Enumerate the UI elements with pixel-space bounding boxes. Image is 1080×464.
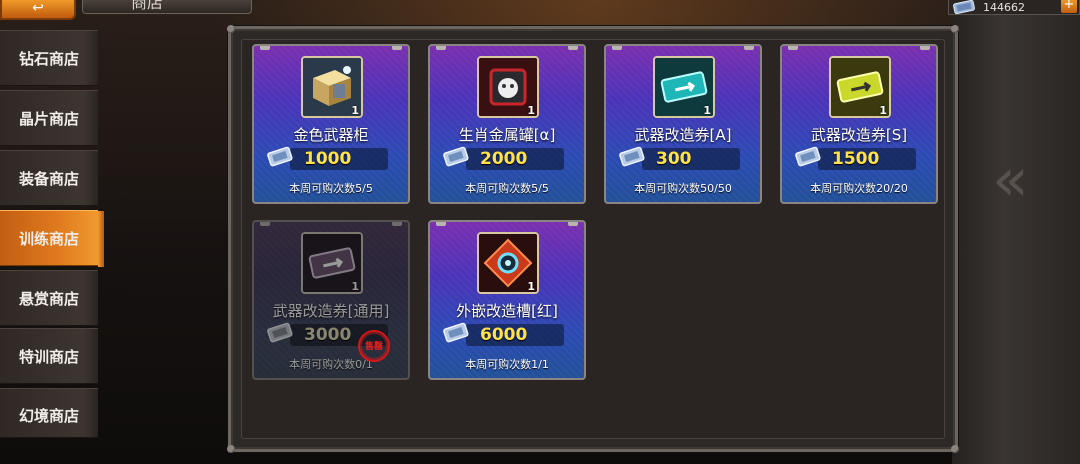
sidebar-item-chip-shop[interactable]: 晶片商店 xyxy=(0,90,98,146)
item-quantity: 1 xyxy=(351,280,359,293)
purchase-limit: 本周可购次数20/20 xyxy=(810,182,908,195)
item-price: 1000 xyxy=(304,149,352,169)
item-quantity: 1 xyxy=(527,104,535,117)
card-clip xyxy=(612,46,622,50)
sidebar-item-label: 训练商店 xyxy=(18,229,79,248)
panel-rivet xyxy=(951,445,959,453)
sidebar-item-bounty-shop[interactable]: 悬赏商店 xyxy=(0,270,98,326)
sidebar-item-special-training-shop[interactable]: 特训商店 xyxy=(0,328,98,384)
sold-out-stamp: 售罄 xyxy=(358,330,390,362)
gold-weapon-crate-icon: 1 xyxy=(301,56,363,118)
currency-display: 144662 + xyxy=(948,0,1080,15)
item-price: 2000 xyxy=(480,149,528,169)
purchase-limit: 本周可购次数50/50 xyxy=(634,182,732,195)
red-mod-slot-icon: 1 xyxy=(477,232,539,294)
item-price: 3000 xyxy=(304,325,352,345)
weapon-mod-ticket-s-icon: 1 xyxy=(829,56,891,118)
card-clip xyxy=(744,46,754,50)
sidebar-item-label: 幻境商店 xyxy=(18,407,79,425)
purchase-limit: 本周可购次数0/1 xyxy=(289,358,373,371)
card-clip xyxy=(260,46,270,50)
ticket-currency-icon xyxy=(619,146,645,167)
card-clip xyxy=(568,222,578,226)
purchase-limit: 本周可购次数1/1 xyxy=(465,358,549,371)
shop-item-card[interactable]: 1 外嵌改造槽[红] 6000 本周可购次数1/1 xyxy=(428,220,586,380)
currency-amount: 144662 xyxy=(983,0,1025,14)
item-price: 1500 xyxy=(832,149,880,169)
ticket-currency-icon xyxy=(267,322,293,343)
add-currency-button[interactable]: + xyxy=(1061,0,1077,13)
shop-item-card[interactable]: 1 武器改造券[A] 300 本周可购次数50/50 xyxy=(604,44,762,204)
ticket-currency-icon xyxy=(443,322,469,343)
sidebar-item-diamond-shop[interactable]: 钻石商店 xyxy=(0,30,98,86)
card-clip xyxy=(568,46,578,50)
shop-item-card[interactable]: 1 武器改造券[S] 1500 本周可购次数20/20 xyxy=(780,44,938,204)
card-clip xyxy=(392,46,402,50)
purchase-limit: 本周可购次数5/5 xyxy=(465,182,549,195)
panel-rivet xyxy=(227,25,235,33)
sidebar-item-label: 悬赏商店 xyxy=(18,289,79,308)
item-name: 武器改造券[S] xyxy=(810,126,908,144)
background-right-wall: « xyxy=(952,0,1080,464)
panel-rivet xyxy=(227,445,235,453)
item-quantity: 1 xyxy=(879,104,887,117)
sidebar-item-label: 特训商店 xyxy=(18,347,79,366)
card-clip xyxy=(260,222,270,226)
ticket-currency-icon xyxy=(443,146,469,167)
wall-chevron-decoration: « xyxy=(992,145,1029,215)
shop-sidebar: 钻石商店 晶片商店 装备商店 训练商店 悬赏商店 特训商店 幻境商店 xyxy=(0,28,104,464)
weapon-mod-ticket-a-icon: 1 xyxy=(653,56,715,118)
shop-panel: 1 金色武器柜 1000 本周可购次数5/5 1 生肖金属罐[α] 2000 本… xyxy=(227,25,959,453)
shop-item-card[interactable]: 1 生肖金属罐[α] 2000 本周可购次数5/5 xyxy=(428,44,586,204)
sidebar-item-label: 晶片商店 xyxy=(18,109,79,128)
sidebar-item-illusion-shop[interactable]: 幻境商店 xyxy=(0,388,98,438)
card-clip xyxy=(392,222,402,226)
item-quantity: 1 xyxy=(351,104,359,117)
card-clip xyxy=(920,46,930,50)
back-button[interactable]: ↩ xyxy=(0,0,76,20)
page-title: 商店 xyxy=(82,0,252,14)
sidebar-item-label: 钻石商店 xyxy=(18,49,79,68)
item-name: 外嵌改造槽[红] xyxy=(456,302,558,320)
ticket-currency-icon xyxy=(267,146,293,167)
sidebar-item-training-shop[interactable]: 训练商店 xyxy=(0,210,104,267)
weapon-mod-ticket-generic-icon: 1 xyxy=(301,232,363,294)
card-clip xyxy=(436,46,446,50)
item-price: 300 xyxy=(656,149,692,169)
card-clip xyxy=(788,46,798,50)
ticket-currency-icon xyxy=(953,0,975,14)
item-name: 武器改造券[通用] xyxy=(272,302,390,320)
item-quantity: 1 xyxy=(703,104,711,117)
sidebar-item-equipment-shop[interactable]: 装备商店 xyxy=(0,150,98,206)
item-quantity: 1 xyxy=(527,280,535,293)
shop-item-card[interactable]: 1 金色武器柜 1000 本周可购次数5/5 xyxy=(252,44,410,204)
card-clip xyxy=(436,222,446,226)
purchase-limit: 本周可购次数5/5 xyxy=(289,182,373,195)
shop-grid: 1 金色武器柜 1000 本周可购次数5/5 1 生肖金属罐[α] 2000 本… xyxy=(241,39,945,439)
item-name: 武器改造券[A] xyxy=(634,126,732,144)
sidebar-item-label: 装备商店 xyxy=(18,169,79,188)
panel-rivet xyxy=(951,25,959,33)
item-name: 金色武器柜 xyxy=(293,126,369,144)
item-name: 生肖金属罐[α] xyxy=(458,126,556,144)
item-price: 6000 xyxy=(480,325,528,345)
zodiac-metal-canister-icon: 1 xyxy=(477,56,539,118)
ticket-currency-icon xyxy=(795,146,821,167)
